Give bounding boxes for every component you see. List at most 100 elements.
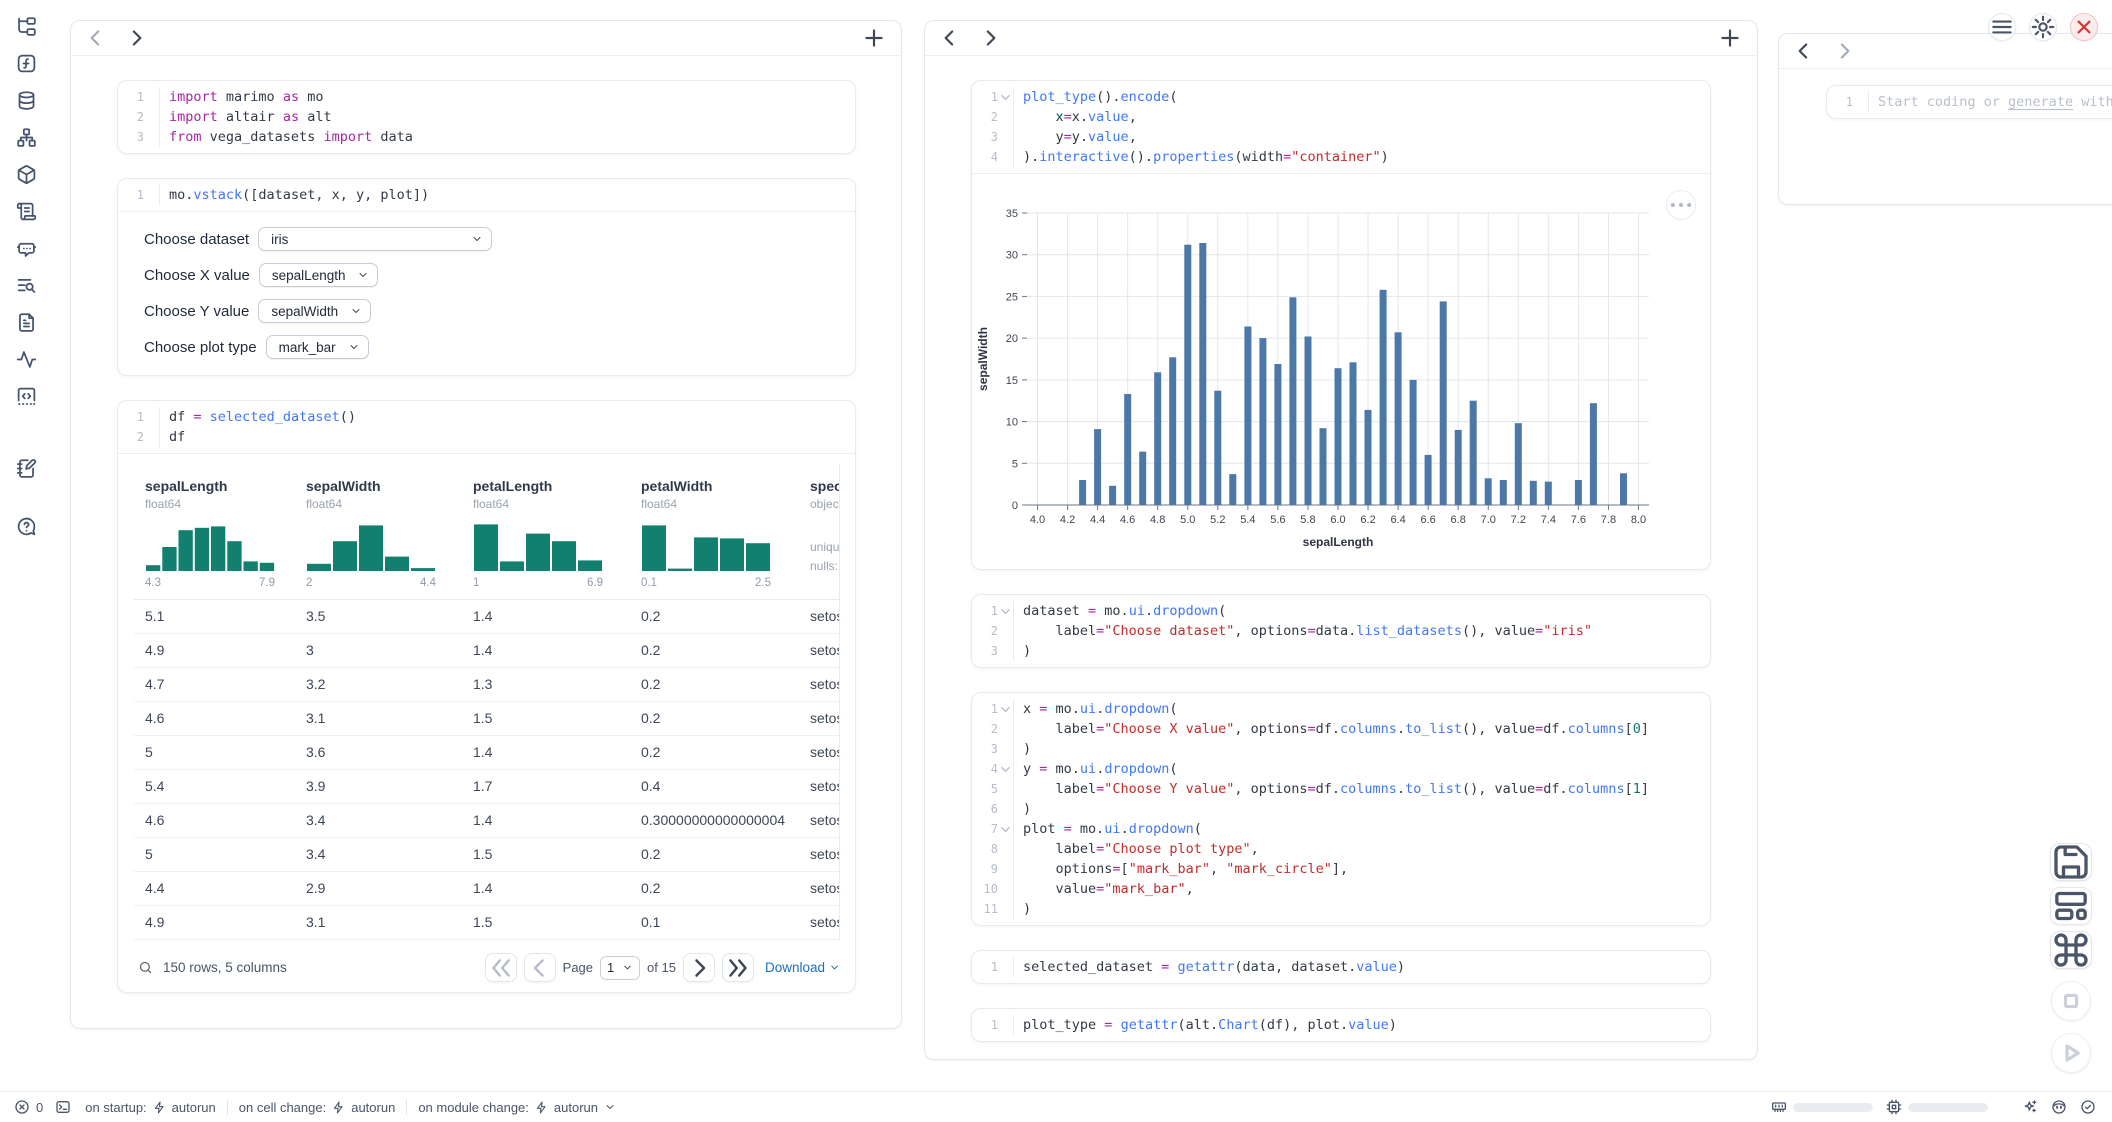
next-page-button[interactable] xyxy=(683,953,715,982)
table-row[interactable]: 4.63.11.50.2setosa xyxy=(134,702,839,736)
table-row[interactable]: 4.63.41.40.30000000000000004setosa xyxy=(134,804,839,838)
choose-y-value-select[interactable]: sepalWidth xyxy=(258,299,371,323)
fold-toggle[interactable] xyxy=(998,87,1013,107)
code-editor[interactable]: 1dataset = mo.ui.dropdown(2 label="Choos… xyxy=(972,595,1710,667)
sidebar-item-file-document[interactable] xyxy=(11,310,41,334)
table-row[interactable]: 53.41.50.2setosa xyxy=(134,838,839,872)
error-count[interactable]: 0 xyxy=(14,1099,43,1115)
table-cell: 0.2 xyxy=(630,634,799,667)
table-row[interactable]: 5.13.51.40.2setosa xyxy=(134,600,839,634)
svg-text:6.2: 6.2 xyxy=(1360,514,1375,526)
column-header[interactable]: petalLengthfloat6416.9 xyxy=(462,464,630,600)
fold-toggle[interactable] xyxy=(998,759,1013,779)
column-back-button[interactable] xyxy=(1791,38,1817,64)
sidebar-item-activity[interactable] xyxy=(11,347,41,371)
code-editor[interactable]: 1selected_dataset = getattr(data, datase… xyxy=(972,951,1710,983)
stop-button[interactable] xyxy=(2051,981,2091,1021)
column-back-button[interactable] xyxy=(937,25,963,51)
column-forward-button[interactable] xyxy=(1831,38,1857,64)
close-panel-button[interactable] xyxy=(2070,13,2098,41)
sidebar-item-sitemap[interactable] xyxy=(11,125,41,149)
sidebar-item-scroll-text[interactable] xyxy=(11,199,41,223)
ai-assist-button[interactable] xyxy=(2022,1099,2038,1115)
choose-plot-type-select[interactable]: mark_bar xyxy=(266,335,369,359)
table-row[interactable]: 5.43.91.70.4setosa xyxy=(134,770,839,804)
column-header[interactable]: sepalWidthfloat6424.4 xyxy=(295,464,462,600)
fold-toggle[interactable] xyxy=(998,601,1013,621)
sidebar-item-help-circle[interactable] xyxy=(11,514,41,538)
code-editor[interactable]: 1 Start coding or generate with AI xyxy=(1827,86,2112,118)
package-icon xyxy=(16,164,37,185)
table-row[interactable]: 4.73.21.30.2setosa xyxy=(134,668,839,702)
sidebar-item-list-search[interactable] xyxy=(11,273,41,297)
column-header[interactable]: speciesobjectuniquenulls: xyxy=(799,464,839,600)
column-back-button[interactable] xyxy=(83,25,109,51)
add-cell-button[interactable] xyxy=(861,25,887,51)
run-button[interactable] xyxy=(2051,1033,2091,1073)
line-number: 7 xyxy=(972,819,998,839)
code-editor[interactable]: 1plot_type = getattr(alt.Chart(df), plot… xyxy=(972,1009,1710,1041)
connection-status[interactable] xyxy=(2080,1099,2096,1115)
code-line: 2 x=x.value, xyxy=(972,107,1710,127)
on-cell-change-setting[interactable]: on cell change: autorun xyxy=(239,1100,396,1115)
column-header[interactable]: petalWidthfloat640.12.5 xyxy=(630,464,799,600)
column-histogram[interactable] xyxy=(641,523,771,571)
menu-button[interactable] xyxy=(1988,13,2016,41)
table-cell: 0.2 xyxy=(630,838,799,871)
code-editor[interactable]: 1df = selected_dataset()2df xyxy=(118,401,855,453)
first-page-button[interactable] xyxy=(485,953,517,982)
sidebar-item-package[interactable] xyxy=(11,162,41,186)
column-forward-button[interactable] xyxy=(977,25,1003,51)
search-icon[interactable] xyxy=(138,960,153,975)
layout-button[interactable] xyxy=(2050,887,2092,925)
table-row[interactable]: 53.61.40.2setosa xyxy=(134,736,839,770)
fold-toggle[interactable] xyxy=(998,819,1013,839)
column-histogram[interactable] xyxy=(306,523,436,571)
last-page-button[interactable] xyxy=(722,953,754,982)
chevron-down-icon xyxy=(471,233,483,245)
settings-button[interactable] xyxy=(2029,13,2057,41)
code-line: 3from vega_datasets import data xyxy=(118,127,855,147)
command-palette-button[interactable] xyxy=(2050,931,2092,969)
choose-dataset-select[interactable]: iris xyxy=(258,227,492,251)
column-histogram[interactable] xyxy=(145,523,275,571)
copilot-button[interactable] xyxy=(2051,1099,2067,1115)
prev-page-button[interactable] xyxy=(524,953,556,982)
table-cell: 5.1 xyxy=(134,600,295,633)
on-module-change-setting[interactable]: on module change: autorun xyxy=(418,1100,616,1115)
sidebar-item-database[interactable] xyxy=(11,88,41,112)
table-summary: 150 rows, 5 columns xyxy=(163,960,287,975)
sidebar-item-chat-bot[interactable] xyxy=(11,236,41,260)
save-button[interactable] xyxy=(2050,843,2092,881)
cpu-usage[interactable] xyxy=(1886,1099,1988,1115)
on-startup-setting[interactable]: on startup: autorun xyxy=(85,1100,216,1115)
control-row: Choose datasetiris xyxy=(144,227,855,251)
code-editor[interactable]: 1import marimo as mo2import altair as al… xyxy=(118,81,855,153)
table-row[interactable]: 4.42.91.40.2setosa xyxy=(134,872,839,906)
code-line: 1plot_type().encode( xyxy=(972,87,1710,107)
bar-chart[interactable]: 051015202530354.04.24.44.64.85.05.25.45.… xyxy=(972,182,1710,561)
fold-toggle[interactable] xyxy=(998,699,1013,719)
divider xyxy=(227,1100,228,1115)
choose-x-value-select[interactable]: sepalLength xyxy=(259,263,379,287)
terminal-button[interactable] xyxy=(55,1099,71,1115)
column-histogram[interactable] xyxy=(473,523,603,571)
column-forward-button[interactable] xyxy=(123,25,149,51)
table-row[interactable]: 4.931.40.2setosa xyxy=(134,634,839,668)
chart-menu-button[interactable] xyxy=(1666,190,1696,220)
code-editor[interactable]: 1x = mo.ui.dropdown(2 label="Choose X va… xyxy=(972,693,1710,925)
sidebar-item-notebook-pen[interactable] xyxy=(11,456,41,480)
sidebar-item-function-square[interactable] xyxy=(11,51,41,75)
download-button[interactable]: Download xyxy=(765,960,840,975)
page-select[interactable]: 1 xyxy=(600,956,640,980)
sidebar-item-code-square[interactable] xyxy=(11,384,41,408)
column-header[interactable]: sepalLengthfloat644.37.9 xyxy=(134,464,295,600)
add-cell-button[interactable] xyxy=(1717,25,1743,51)
table-row[interactable]: 4.93.11.50.1setosa xyxy=(134,906,839,940)
generate-link[interactable]: generate xyxy=(2008,94,2073,110)
line-number: 1 xyxy=(972,957,998,977)
memory-usage[interactable] xyxy=(1771,1099,1873,1115)
code-editor[interactable]: 1plot_type().encode(2 x=x.value,3 y=y.va… xyxy=(972,81,1710,173)
code-editor[interactable]: 1mo.vstack([dataset, x, y, plot]) xyxy=(118,179,855,211)
sidebar-item-file-tree[interactable] xyxy=(11,14,41,38)
